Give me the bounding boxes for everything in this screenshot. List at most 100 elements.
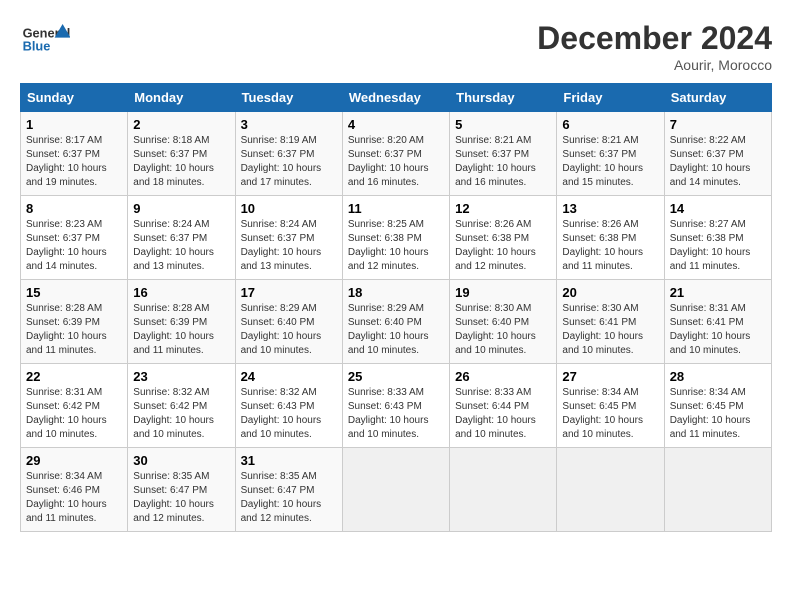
weekday-header-monday: Monday bbox=[128, 84, 235, 112]
day-number: 5 bbox=[455, 117, 551, 132]
calendar-cell: 24 Sunrise: 8:32 AMSunset: 6:43 PMDayligh… bbox=[235, 364, 342, 448]
calendar-cell: 29 Sunrise: 8:34 AMSunset: 6:46 PMDayligh… bbox=[21, 448, 128, 532]
calendar-cell: 3 Sunrise: 8:19 AMSunset: 6:37 PMDaylight… bbox=[235, 112, 342, 196]
calendar-cell: 6 Sunrise: 8:21 AMSunset: 6:37 PMDaylight… bbox=[557, 112, 664, 196]
day-number: 26 bbox=[455, 369, 551, 384]
day-info: Sunrise: 8:34 AMSunset: 6:45 PMDaylight:… bbox=[562, 386, 658, 442]
location: Aourir, Morocco bbox=[537, 57, 772, 73]
day-number: 30 bbox=[133, 453, 229, 468]
calendar-row-1: 1Sunrise: 8:17 AMSunset: 6:37 PMDaylight… bbox=[21, 112, 772, 196]
day-number: 21 bbox=[670, 285, 766, 300]
calendar-cell bbox=[557, 448, 664, 532]
day-info: Sunrise: 8:20 AMSunset: 6:37 PMDaylight:… bbox=[348, 134, 444, 190]
day-number: 17 bbox=[241, 285, 337, 300]
calendar-cell: 1Sunrise: 8:17 AMSunset: 6:37 PMDaylight… bbox=[21, 112, 128, 196]
calendar-row-5: 29 Sunrise: 8:34 AMSunset: 6:46 PMDayligh… bbox=[21, 448, 772, 532]
day-info: Sunrise: 8:34 AMSunset: 6:45 PMDaylight:… bbox=[670, 386, 766, 442]
day-number: 11 bbox=[348, 201, 444, 216]
day-number: 25 bbox=[348, 369, 444, 384]
day-number: 23 bbox=[133, 369, 229, 384]
calendar-cell: 16Sunrise: 8:28 AMSunset: 6:39 PMDayligh… bbox=[128, 280, 235, 364]
day-info: Sunrise: 8:33 AMSunset: 6:43 PMDaylight:… bbox=[348, 386, 444, 442]
day-info: Sunrise: 8:32 AMSunset: 6:42 PMDaylight:… bbox=[133, 386, 229, 442]
calendar-cell: 17 Sunrise: 8:29 AMSunset: 6:40 PMDayligh… bbox=[235, 280, 342, 364]
day-info: Sunrise: 8:21 AMSunset: 6:37 PMDaylight:… bbox=[455, 134, 551, 190]
calendar-cell bbox=[664, 448, 771, 532]
day-number: 3 bbox=[241, 117, 337, 132]
calendar-cell: 31 Sunrise: 8:35 AMSunset: 6:47 PMDayligh… bbox=[235, 448, 342, 532]
title-block: December 2024 Aourir, Morocco bbox=[537, 20, 772, 73]
day-info: Sunrise: 8:28 AMSunset: 6:39 PMDaylight:… bbox=[26, 302, 122, 358]
day-info: Sunrise: 8:30 AMSunset: 6:40 PMDaylight:… bbox=[455, 302, 551, 358]
calendar-row-2: 8Sunrise: 8:23 AMSunset: 6:37 PMDaylight… bbox=[21, 196, 772, 280]
day-number: 13 bbox=[562, 201, 658, 216]
calendar-cell: 28 Sunrise: 8:34 AMSunset: 6:45 PMDayligh… bbox=[664, 364, 771, 448]
day-info: Sunrise: 8:24 AMSunset: 6:37 PMDaylight:… bbox=[133, 218, 229, 274]
day-number: 7 bbox=[670, 117, 766, 132]
day-number: 28 bbox=[670, 369, 766, 384]
calendar-row-4: 22 Sunrise: 8:31 AMSunset: 6:42 PMDayligh… bbox=[21, 364, 772, 448]
day-info: Sunrise: 8:29 AMSunset: 6:40 PMDaylight:… bbox=[348, 302, 444, 358]
day-info: Sunrise: 8:19 AMSunset: 6:37 PMDaylight:… bbox=[241, 134, 337, 190]
weekday-header-tuesday: Tuesday bbox=[235, 84, 342, 112]
calendar-cell: 18 Sunrise: 8:29 AMSunset: 6:40 PMDayligh… bbox=[342, 280, 449, 364]
calendar-table: SundayMondayTuesdayWednesdayThursdayFrid… bbox=[20, 83, 772, 532]
svg-text:Blue: Blue bbox=[23, 38, 51, 53]
calendar-cell: 4Sunrise: 8:20 AMSunset: 6:37 PMDaylight… bbox=[342, 112, 449, 196]
day-number: 22 bbox=[26, 369, 122, 384]
day-number: 14 bbox=[670, 201, 766, 216]
calendar-cell: 23 Sunrise: 8:32 AMSunset: 6:42 PMDayligh… bbox=[128, 364, 235, 448]
day-info: Sunrise: 8:35 AMSunset: 6:47 PMDaylight:… bbox=[241, 470, 337, 526]
day-info: Sunrise: 8:21 AMSunset: 6:37 PMDaylight:… bbox=[562, 134, 658, 190]
day-number: 31 bbox=[241, 453, 337, 468]
calendar-cell: 27 Sunrise: 8:34 AMSunset: 6:45 PMDayligh… bbox=[557, 364, 664, 448]
calendar-cell: 22 Sunrise: 8:31 AMSunset: 6:42 PMDayligh… bbox=[21, 364, 128, 448]
weekday-header-friday: Friday bbox=[557, 84, 664, 112]
day-info: Sunrise: 8:26 AMSunset: 6:38 PMDaylight:… bbox=[562, 218, 658, 274]
day-number: 6 bbox=[562, 117, 658, 132]
day-info: Sunrise: 8:31 AMSunset: 6:42 PMDaylight:… bbox=[26, 386, 122, 442]
day-number: 8 bbox=[26, 201, 122, 216]
day-number: 24 bbox=[241, 369, 337, 384]
day-info: Sunrise: 8:30 AMSunset: 6:41 PMDaylight:… bbox=[562, 302, 658, 358]
day-number: 27 bbox=[562, 369, 658, 384]
calendar-cell: 9 Sunrise: 8:24 AMSunset: 6:37 PMDaylight… bbox=[128, 196, 235, 280]
weekday-header-thursday: Thursday bbox=[450, 84, 557, 112]
calendar-cell: 21 Sunrise: 8:31 AMSunset: 6:41 PMDayligh… bbox=[664, 280, 771, 364]
day-info: Sunrise: 8:29 AMSunset: 6:40 PMDaylight:… bbox=[241, 302, 337, 358]
day-number: 12 bbox=[455, 201, 551, 216]
calendar-cell: 15 Sunrise: 8:28 AMSunset: 6:39 PMDayligh… bbox=[21, 280, 128, 364]
day-number: 15 bbox=[26, 285, 122, 300]
day-info: Sunrise: 8:18 AMSunset: 6:37 PMDaylight:… bbox=[133, 134, 229, 190]
day-number: 16 bbox=[133, 285, 229, 300]
day-info: Sunrise: 8:22 AMSunset: 6:37 PMDaylight:… bbox=[670, 134, 766, 190]
logo-svg: General Blue bbox=[20, 20, 70, 60]
weekday-header-wednesday: Wednesday bbox=[342, 84, 449, 112]
calendar-cell: 5 Sunrise: 8:21 AMSunset: 6:37 PMDaylight… bbox=[450, 112, 557, 196]
day-number: 10 bbox=[241, 201, 337, 216]
day-number: 19 bbox=[455, 285, 551, 300]
day-number: 29 bbox=[26, 453, 122, 468]
calendar-cell: 30Sunrise: 8:35 AMSunset: 6:47 PMDayligh… bbox=[128, 448, 235, 532]
calendar-cell: 19 Sunrise: 8:30 AMSunset: 6:40 PMDayligh… bbox=[450, 280, 557, 364]
day-number: 9 bbox=[133, 201, 229, 216]
calendar-cell: 20 Sunrise: 8:30 AMSunset: 6:41 PMDayligh… bbox=[557, 280, 664, 364]
day-number: 2 bbox=[133, 117, 229, 132]
calendar-cell: 11 Sunrise: 8:25 AMSunset: 6:38 PMDayligh… bbox=[342, 196, 449, 280]
calendar-cell: 13 Sunrise: 8:26 AMSunset: 6:38 PMDayligh… bbox=[557, 196, 664, 280]
calendar-cell bbox=[450, 448, 557, 532]
day-info: Sunrise: 8:27 AMSunset: 6:38 PMDaylight:… bbox=[670, 218, 766, 274]
day-info: Sunrise: 8:31 AMSunset: 6:41 PMDaylight:… bbox=[670, 302, 766, 358]
day-info: Sunrise: 8:32 AMSunset: 6:43 PMDaylight:… bbox=[241, 386, 337, 442]
day-info: Sunrise: 8:25 AMSunset: 6:38 PMDaylight:… bbox=[348, 218, 444, 274]
day-info: Sunrise: 8:34 AMSunset: 6:46 PMDaylight:… bbox=[26, 470, 122, 526]
calendar-cell: 25 Sunrise: 8:33 AMSunset: 6:43 PMDayligh… bbox=[342, 364, 449, 448]
calendar-cell: 14 Sunrise: 8:27 AMSunset: 6:38 PMDayligh… bbox=[664, 196, 771, 280]
calendar-cell bbox=[342, 448, 449, 532]
day-number: 18 bbox=[348, 285, 444, 300]
calendar-cell: 12Sunrise: 8:26 AMSunset: 6:38 PMDayligh… bbox=[450, 196, 557, 280]
day-number: 20 bbox=[562, 285, 658, 300]
month-title: December 2024 bbox=[537, 20, 772, 57]
day-info: Sunrise: 8:24 AMSunset: 6:37 PMDaylight:… bbox=[241, 218, 337, 274]
calendar-cell: 7 Sunrise: 8:22 AMSunset: 6:37 PMDaylight… bbox=[664, 112, 771, 196]
